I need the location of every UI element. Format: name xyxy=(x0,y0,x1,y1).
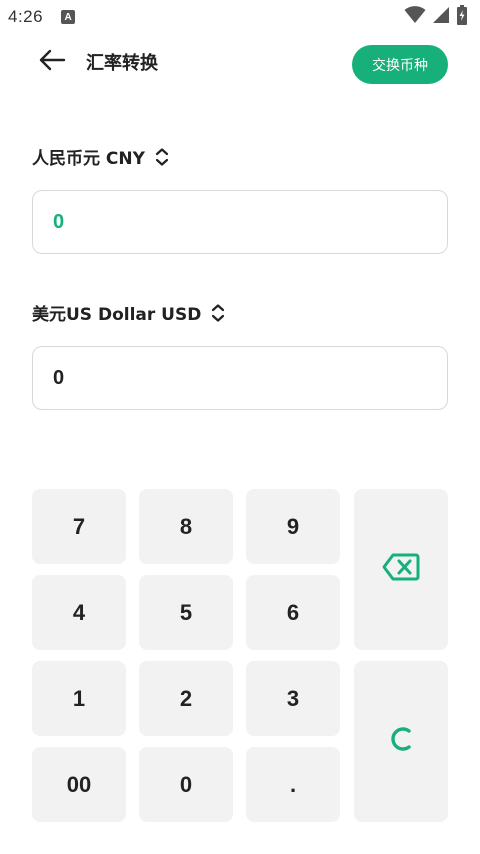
key-2[interactable]: 2 xyxy=(139,661,233,736)
key-00[interactable]: 00 xyxy=(32,747,126,822)
from-currency-selector[interactable]: 人民币元 CNY xyxy=(32,144,169,169)
status-icons xyxy=(404,5,468,29)
key-9[interactable]: 9 xyxy=(246,489,340,564)
key-6[interactable]: 6 xyxy=(246,575,340,650)
status-time: 4:26 xyxy=(8,7,44,26)
key-3[interactable]: 3 xyxy=(246,661,340,736)
page-title: 汇率转换 xyxy=(86,53,158,74)
clear-icon xyxy=(388,725,414,759)
from-currency-label: 人民币元 CNY xyxy=(32,149,145,169)
swap-currency-button[interactable]: 交换币种 xyxy=(352,45,448,84)
unfold-icon xyxy=(155,147,169,166)
key-4[interactable]: 4 xyxy=(32,575,126,650)
key-7[interactable]: 7 xyxy=(32,489,126,564)
backspace-button[interactable] xyxy=(354,489,448,650)
key-decimal[interactable]: . xyxy=(246,747,340,822)
to-currency-selector[interactable]: 美元US Dollar USD xyxy=(32,300,225,325)
from-amount-field[interactable]: 0 xyxy=(32,190,448,254)
battery-icon xyxy=(456,5,468,29)
wifi-icon xyxy=(404,6,426,28)
notification-a-icon: A xyxy=(61,10,76,24)
status-bar: 4:26 A xyxy=(0,0,480,34)
back-button[interactable] xyxy=(36,46,68,78)
unfold-icon xyxy=(211,303,225,322)
to-currency-label: 美元US Dollar USD xyxy=(32,305,202,325)
arrow-left-icon xyxy=(38,48,66,76)
keypad: 7 8 9 4 5 6 1 2 3 00 0 . xyxy=(32,489,448,823)
key-0[interactable]: 0 xyxy=(139,747,233,822)
key-8[interactable]: 8 xyxy=(139,489,233,564)
key-5[interactable]: 5 xyxy=(139,575,233,650)
key-1[interactable]: 1 xyxy=(32,661,126,736)
backspace-icon xyxy=(382,553,420,587)
app-bar: 汇率转换 交换币种 xyxy=(0,34,480,90)
to-amount-field[interactable]: 0 xyxy=(32,346,448,410)
clear-button[interactable] xyxy=(354,661,448,822)
signal-icon xyxy=(432,6,450,28)
